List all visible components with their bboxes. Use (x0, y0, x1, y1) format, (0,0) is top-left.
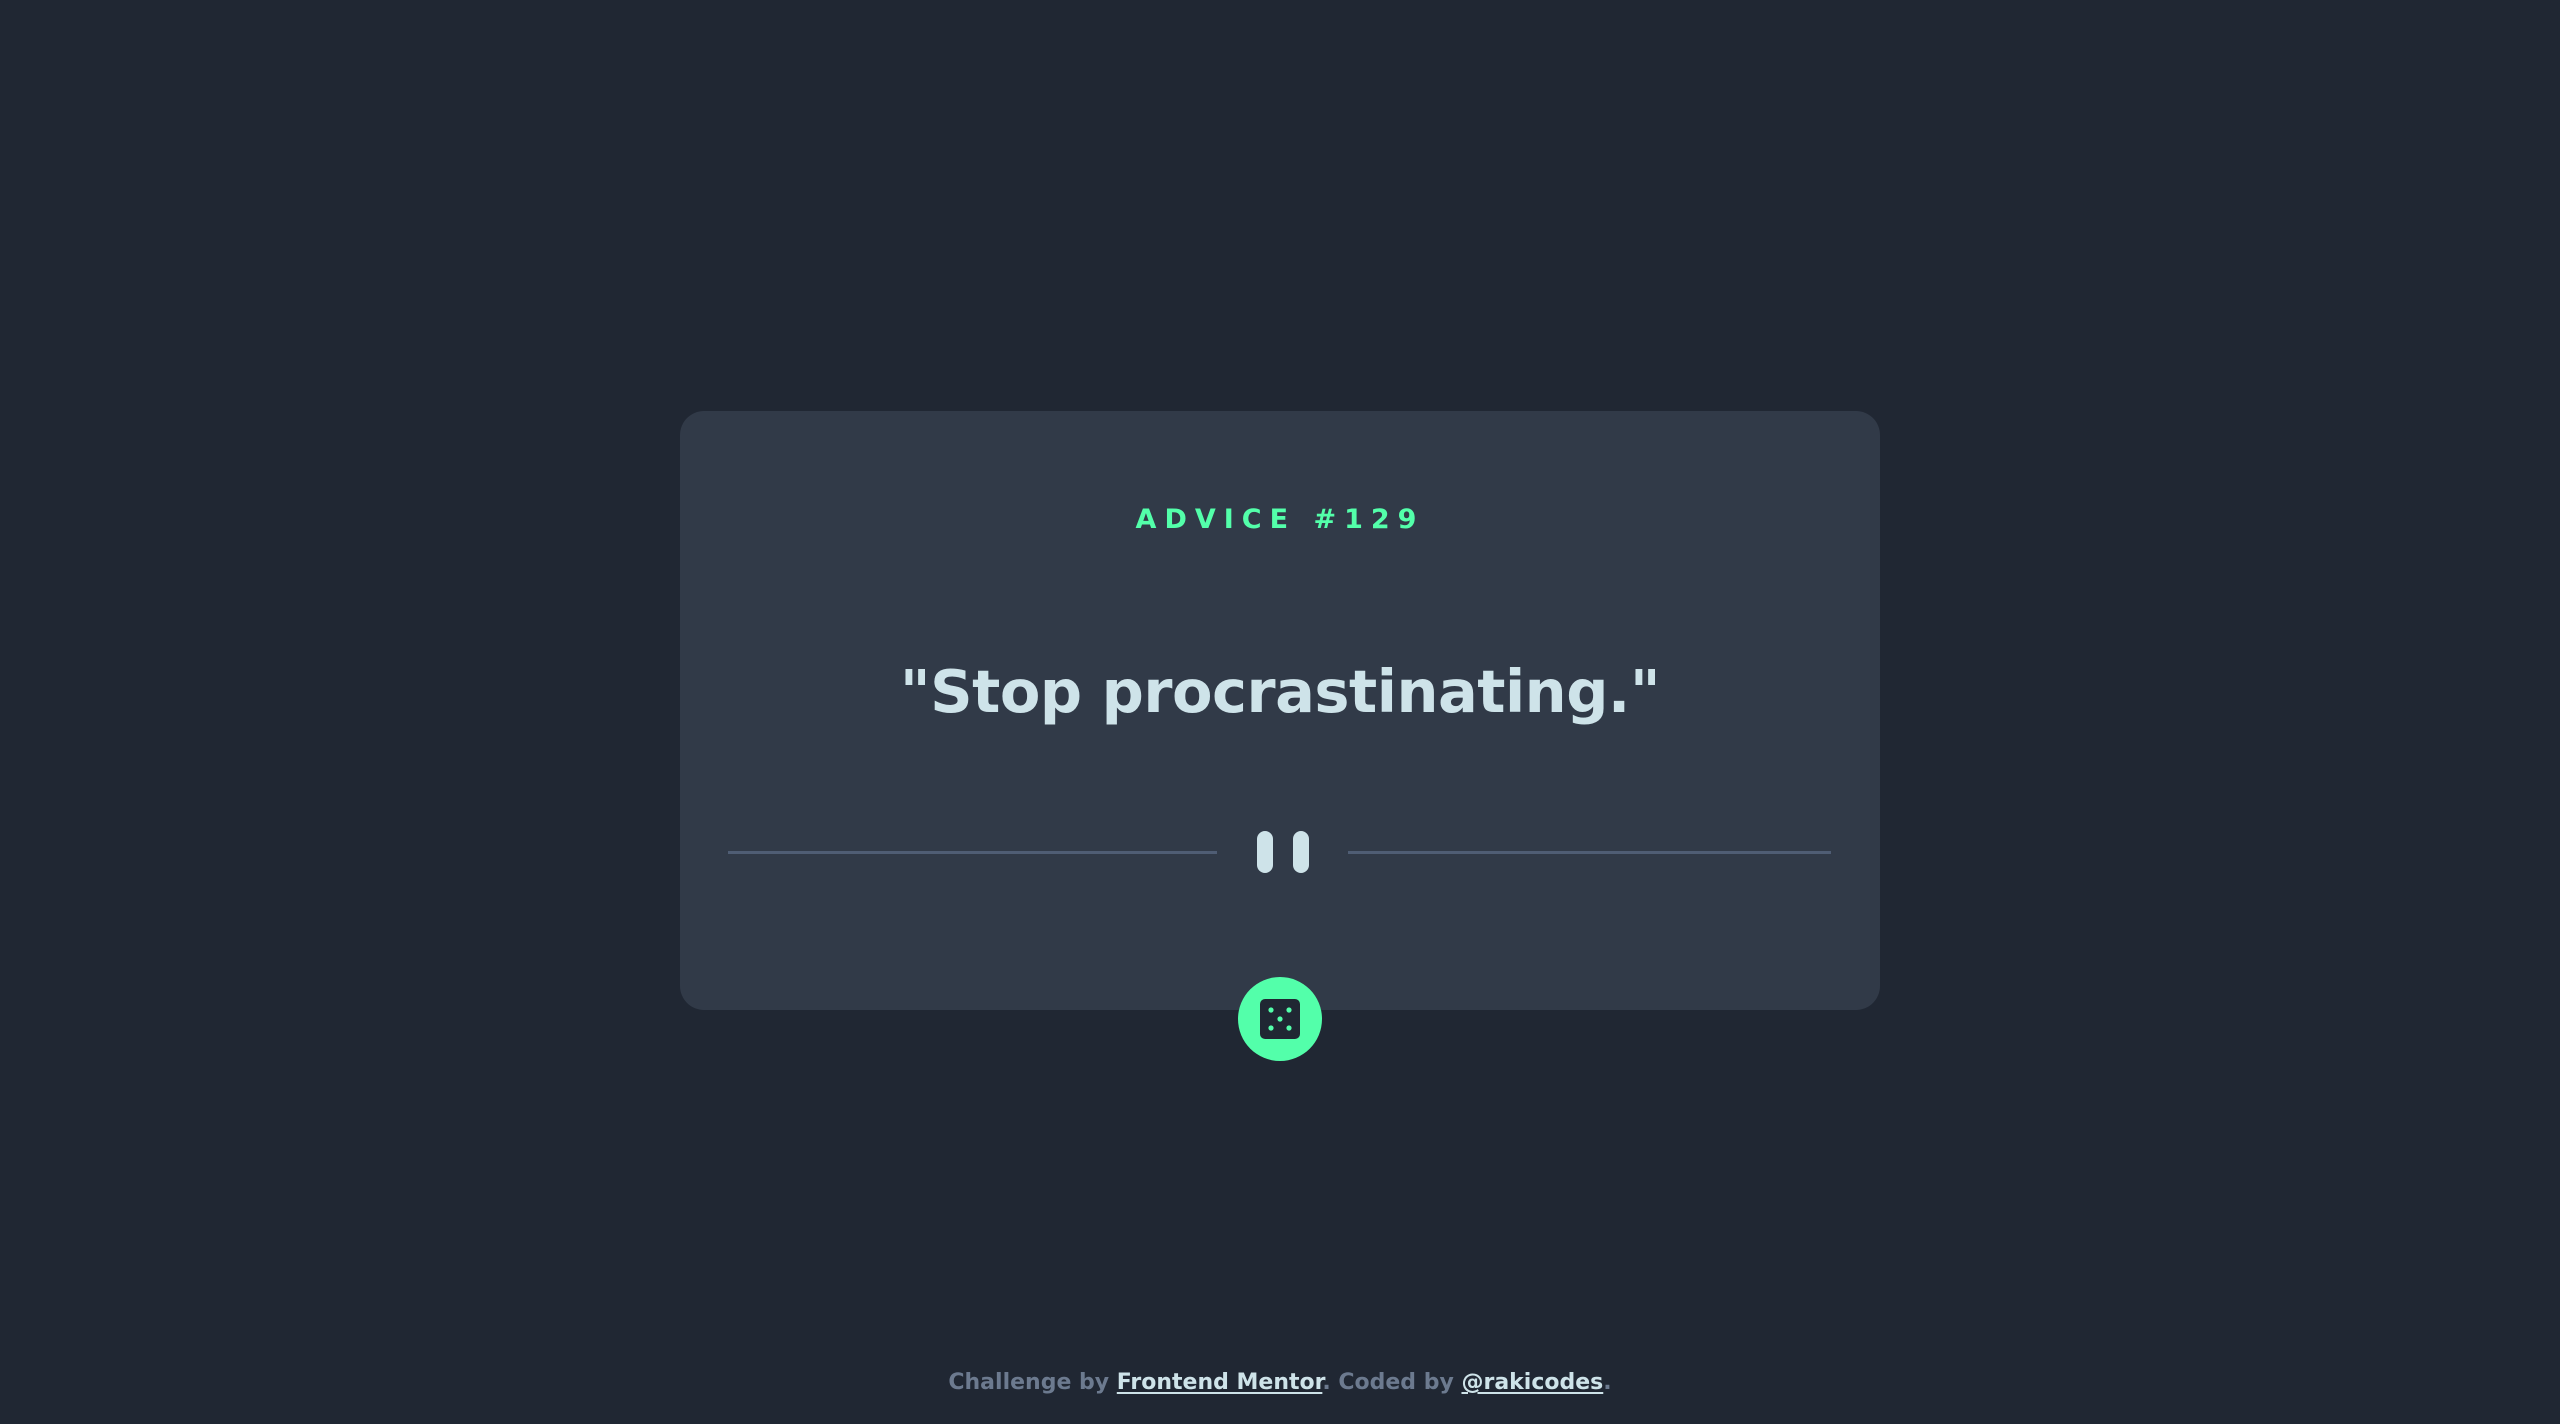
new-advice-button[interactable] (1238, 977, 1322, 1061)
frontend-mentor-link[interactable]: Frontend Mentor (1117, 1370, 1323, 1395)
footer-suffix: . (1603, 1370, 1612, 1395)
pause-icon (1257, 831, 1309, 873)
pause-bar-right (1293, 831, 1309, 873)
footer-middle: . Coded by (1322, 1370, 1462, 1395)
footer-prefix: Challenge by (948, 1370, 1117, 1395)
advice-id-label: ADVICE #129 (1135, 504, 1425, 535)
divider-line-left (728, 851, 1217, 854)
pause-bar-left (1257, 831, 1273, 873)
attribution-footer: Challenge by Frontend Mentor. Coded by @… (0, 1366, 2560, 1400)
advice-card: ADVICE #129 "Stop procrastinating." (680, 411, 1880, 1010)
divider-line-right (1348, 851, 1831, 854)
dice-icon (1260, 999, 1300, 1039)
advice-quote: "Stop procrastinating." (899, 657, 1661, 726)
author-link[interactable]: @rakicodes (1461, 1370, 1603, 1395)
